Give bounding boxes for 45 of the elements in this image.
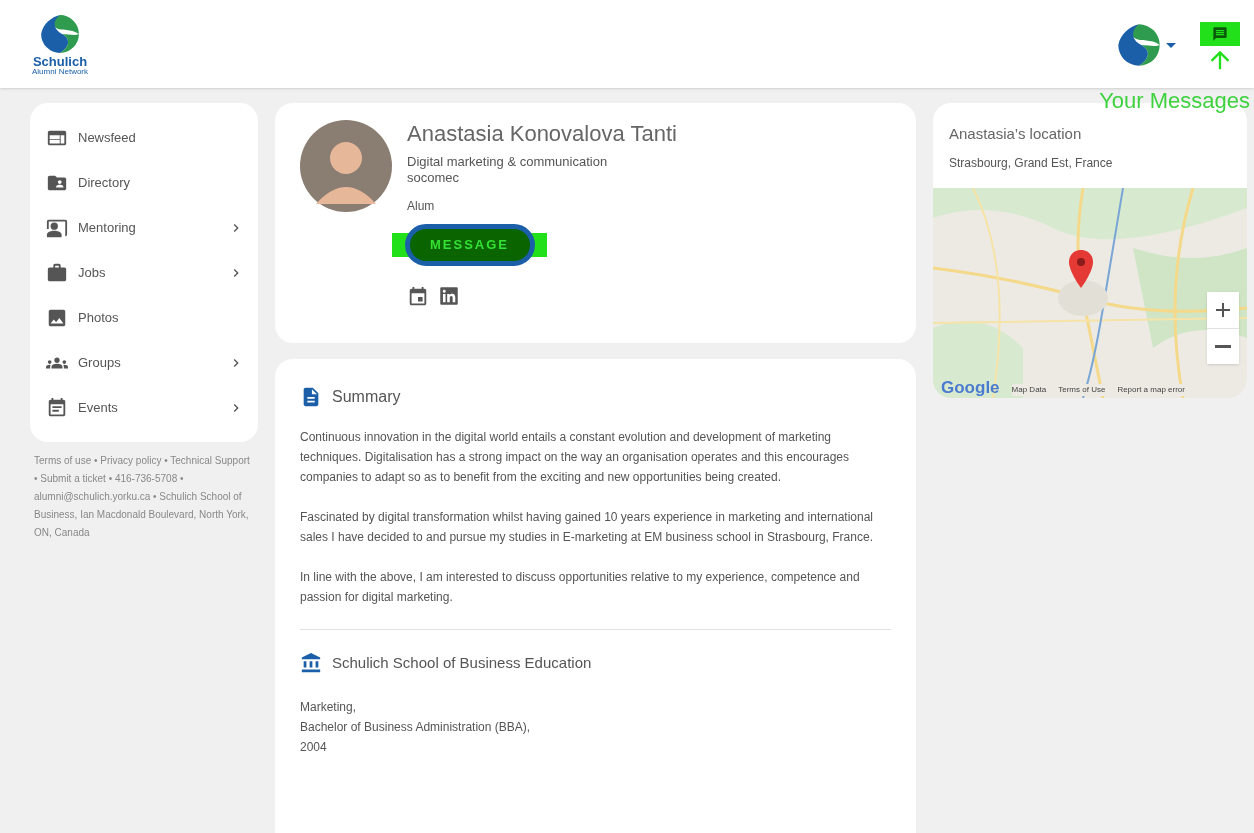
site-logo[interactable]: Schulich Alumni Network [32,12,88,76]
summary-paragraph: Fascinated by digital transformation whilst having gained 10 years experience in marketing and international sales I have decided to and pursue my studies in E-marketing at EM business school in Strasbourg, France. [300,509,874,546]
calendar-icon [46,396,68,419]
footer-links: Terms of use • Privacy policy • Technical Support • Submit a ticket • 416-736-5708 • alumni@schulich.yorku.ca • Schulich School of Business, Ian Macdonald Boulevard, North York, ON, Canada [33,454,251,540]
member-type: Alum [407,198,435,215]
education-detail: Bachelor of Business Administration (BBA), [300,718,532,736]
briefcase-icon [46,261,68,284]
location-text: Strasbourg, Grand Est, France [948,155,1114,172]
calendar-icon[interactable] [407,286,429,308]
summary-paragraph: In line with the above, I am interested to discuss opportunities relative to my experience, competence and passion for digital marketing. [300,569,861,606]
caret-icon [1166,42,1176,48]
message-button[interactable]: MESSAGE [404,224,535,266]
map-link[interactable]: Map Data [1011,384,1047,396]
messages-button[interactable] [1200,22,1240,46]
sidebar-item[interactable]: Newsfeed [30,115,258,160]
logo-subtitle: Alumni Network [32,67,88,76]
account-menu-button[interactable] [1116,22,1176,68]
location-title: Anastasia’s location [948,124,1083,144]
education-detail: Marketing, [300,698,358,716]
section-heading: Summary [332,387,401,407]
message-icon [1212,26,1228,42]
map[interactable]: Google Map Data Terms of Use Report a map error [933,188,1247,398]
job-title: Digital marketing & communication [407,154,608,170]
map-brand: Google [941,379,1000,396]
sidebar-item[interactable]: Mentoring [30,205,258,250]
institution-icon [300,652,322,675]
map-link[interactable]: Report a map error [1117,384,1185,396]
summary-paragraph: Continuous innovation in the digital world entails a constant evolution and development of marketing techniques. Digitalisation has a strong impact on the way an organisation operates and this encourages companies to adapt so as to benefit from the exciting and new opportunities being created. [300,429,850,486]
map-pin-icon [1069,250,1093,288]
sidebar-item[interactable]: Groups [30,340,258,385]
map-link[interactable]: Terms of Use [1058,384,1106,396]
sidebar-item[interactable]: Events [30,385,258,430]
annotation-label: Your Messages [1099,90,1250,112]
sidebar-item[interactable]: Photos [30,295,258,340]
logo-text: Schulich [32,54,88,68]
linkedin-icon[interactable] [439,286,459,306]
section-heading: Schulich School of Business Education [332,653,592,673]
logo-icon [39,12,81,55]
profile-name: Anastasia Konovalova Tanti [407,120,677,148]
sidebar-item[interactable]: Directory [30,160,258,205]
company-name: socomec [407,170,460,186]
minus-icon [1215,345,1231,348]
logo-icon [1116,22,1162,68]
education-detail: 2004 [300,738,328,756]
sidebar-item[interactable]: Jobs [30,250,258,295]
